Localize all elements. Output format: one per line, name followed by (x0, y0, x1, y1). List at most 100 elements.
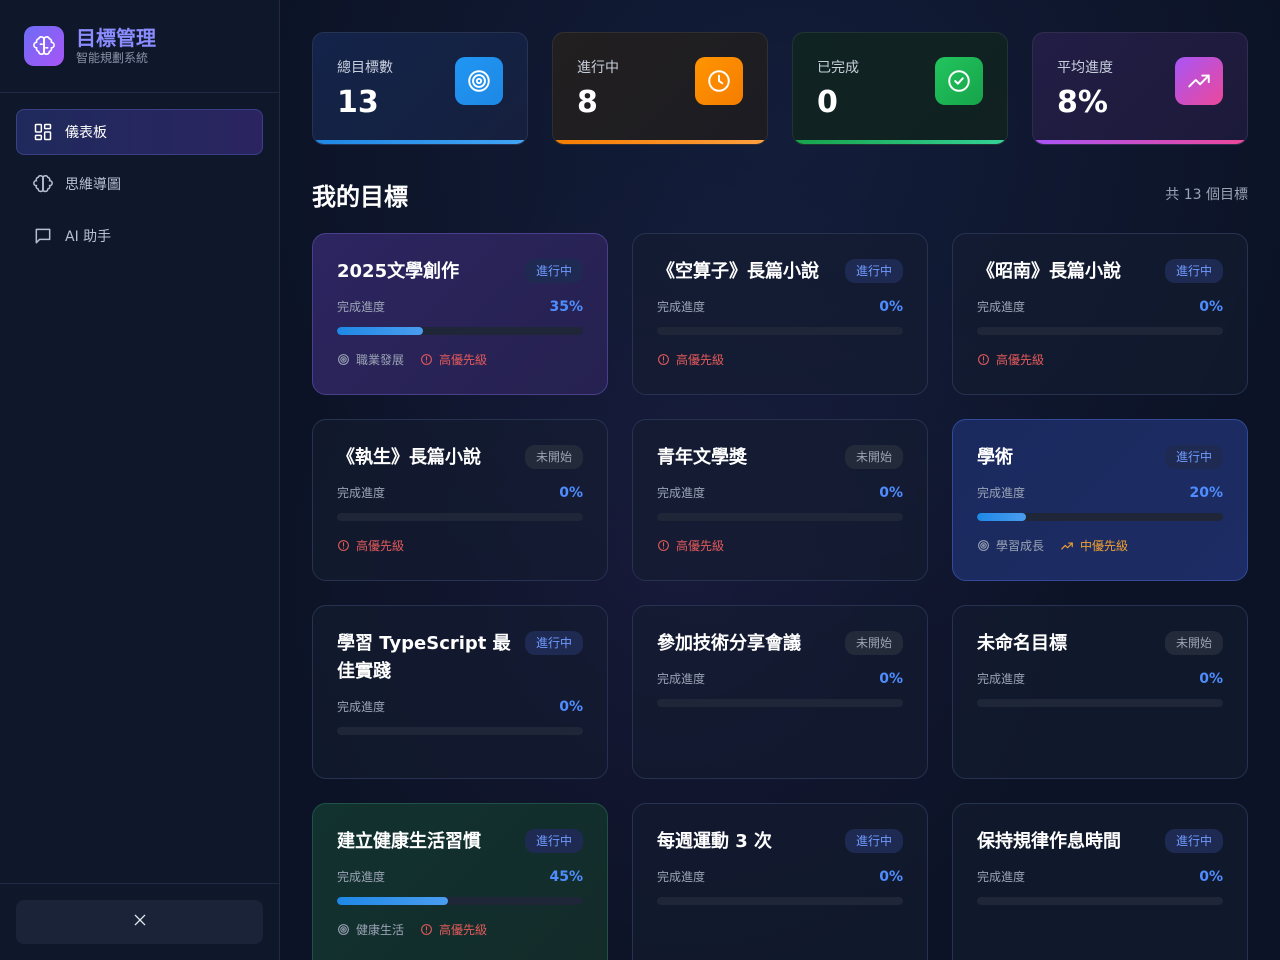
goal-tags: 健康生活 高優先級 (337, 921, 583, 938)
progress-track (657, 327, 903, 335)
stat-card-total: 總目標數 13 (312, 32, 528, 145)
stat-card-average: 平均進度 8% (1032, 32, 1248, 145)
goal-title: 每週運動 3 次 (657, 831, 773, 852)
goal-card[interactable]: 保持規律作息時間 進行中 完成進度 0% (952, 803, 1248, 960)
close-icon (132, 912, 148, 932)
goal-title: 未命名目標 (977, 633, 1067, 654)
progress-fill (337, 327, 424, 335)
goal-card-header: 建立健康生活習慣 進行中 (337, 828, 583, 856)
goal-card[interactable]: 學術 進行中完成進度 20% 學習成長 中優先級 (952, 419, 1248, 581)
dashboard-icon (33, 122, 53, 142)
goal-title: 《昭南》長篇小說 (977, 261, 1121, 282)
goal-grid: 2025文學創作 進行中 完成進度 35% 職業發展 高優先級 《空算子》長篇小說 進行中 完成… (312, 233, 1248, 960)
progress-label: 完成進度 (977, 870, 1026, 884)
progress-value: 0% (559, 484, 583, 501)
trend-up-icon (1175, 57, 1223, 105)
brand-subtitle: 智能規劃系統 (76, 51, 149, 65)
priority-label: 高優先級 (439, 353, 488, 367)
sidebar-item-mindmap[interactable]: 思維導圖 (16, 161, 263, 207)
progress-row: 完成進度 45% (337, 868, 583, 885)
status-badge: 進行中 (844, 829, 903, 853)
priority-label: 高優先級 (996, 353, 1045, 367)
status-badge: 未開始 (844, 631, 903, 655)
progress-label: 完成進度 (657, 486, 706, 500)
goal-title: 青年文學獎 (657, 447, 747, 468)
progress-track (337, 727, 583, 735)
close-sidebar-button[interactable] (16, 900, 263, 944)
goal-card[interactable]: 《空算子》長篇小說 進行中 完成進度 0% 高優先級 (632, 233, 928, 395)
progress-track (337, 327, 583, 335)
category-tag: 健康生活 (337, 921, 404, 938)
goal-title: 學習 TypeScript 最佳實踐 (337, 633, 511, 682)
sidebar-item-label: 思維導圖 (65, 177, 121, 193)
priority-label: 高優先級 (356, 539, 405, 553)
goal-title: 建立健康生活習慣 (337, 831, 481, 852)
progress-track (977, 513, 1223, 521)
goal-card[interactable]: 《昭南》長篇小說 進行中完成進度 0% 高優先級 (952, 233, 1248, 395)
target-icon (337, 923, 356, 936)
priority-tag: 高優先級 (657, 351, 724, 368)
status-badge: 進行中 (524, 259, 583, 283)
progress-track (657, 699, 903, 707)
priority-label: 中優先級 (1080, 539, 1129, 553)
progress-value: 0% (879, 484, 903, 501)
stat-card-completed: 已完成 0 (792, 32, 1008, 145)
progress-label: 完成進度 (977, 486, 1026, 500)
sidebar-item-dashboard[interactable]: 儀表板 (16, 109, 263, 155)
sidebar-item-ai-assistant[interactable]: AI 助手 (16, 213, 263, 259)
priority-tag: 中優先級 (1060, 537, 1128, 554)
goal-card[interactable]: 《執生》長篇小說 未開始 完成進度 0% 高優先級 (312, 419, 608, 581)
goal-tags: 高優先級 (337, 537, 583, 554)
progress-track (657, 897, 903, 905)
progress-value: 35% (549, 298, 583, 315)
target-icon (337, 353, 356, 366)
goal-tags: 高優先級 (657, 351, 903, 368)
status-badge: 未開始 (1164, 631, 1223, 655)
goal-card[interactable]: 每週運動 3 次 進行中 完成進度 0% (632, 803, 928, 960)
progress-fill (977, 513, 1027, 521)
goal-card[interactable]: 青年文學獎 未開始 完成進度 0% 高優先級 (632, 419, 928, 581)
goal-card-header: 學習 TypeScript 最佳實踐 進行中 (337, 630, 583, 686)
goal-card-header: 保持規律作息時間 進行中 (977, 828, 1223, 856)
progress-row: 完成進度 0% (337, 484, 583, 501)
stat-accent-bar (1033, 140, 1247, 144)
target-icon (455, 57, 503, 105)
priority-tag: 高優先級 (977, 351, 1044, 368)
goal-card-header: 《空算子》長篇小說 進行中 (657, 258, 903, 286)
progress-value: 0% (1199, 298, 1223, 315)
sidebar-item-label: 儀表板 (65, 125, 107, 141)
goal-card[interactable]: 學習 TypeScript 最佳實踐 進行中 完成進度 0% (312, 605, 608, 779)
goal-title: 學術 (977, 447, 1013, 468)
progress-label: 完成進度 (657, 672, 706, 686)
goal-card[interactable]: 參加技術分享會議 未開始 完成進度 0% (632, 605, 928, 779)
category-tag: 職業發展 (337, 351, 404, 368)
status-badge: 進行中 (844, 259, 903, 283)
sidebar-nav: 儀表板 思維導圖 AI 助手 (0, 93, 279, 259)
goal-title: 《空算子》長篇小說 (657, 261, 819, 282)
brand: 目標管理 智能規劃系統 (0, 0, 279, 93)
status-badge: 進行中 (1164, 259, 1223, 283)
progress-label: 完成進度 (337, 700, 386, 714)
progress-track (977, 327, 1223, 335)
goal-card-header: 學術 進行中 (977, 444, 1223, 472)
alert-circle-icon (420, 923, 439, 936)
progress-fill (337, 897, 448, 905)
priority-tag: 高優先級 (337, 537, 404, 554)
category-tag: 學習成長 (977, 537, 1044, 554)
target-icon (977, 539, 996, 552)
goal-card[interactable]: 未命名目標 未開始 完成進度 0% (952, 605, 1248, 779)
goal-card-header: 參加技術分享會議 未開始 (657, 630, 903, 658)
goal-card-header: 未命名目標 未開始 (977, 630, 1223, 658)
sidebar-footer (0, 883, 279, 960)
alert-circle-icon (337, 539, 356, 552)
priority-label: 高優先級 (439, 923, 488, 937)
progress-value: 20% (1189, 484, 1223, 501)
goal-card[interactable]: 建立健康生活習慣 進行中完成進度 45% 健康生活 高優先級 (312, 803, 608, 960)
progress-label: 完成進度 (657, 870, 706, 884)
goal-card[interactable]: 2025文學創作 進行中 完成進度 35% 職業發展 高優先級 (312, 233, 608, 395)
progress-label: 完成進度 (657, 300, 706, 314)
progress-label: 完成進度 (977, 300, 1026, 314)
goal-title: 保持規律作息時間 (977, 831, 1121, 852)
status-badge: 進行中 (1164, 829, 1223, 853)
brain-icon (33, 174, 53, 194)
